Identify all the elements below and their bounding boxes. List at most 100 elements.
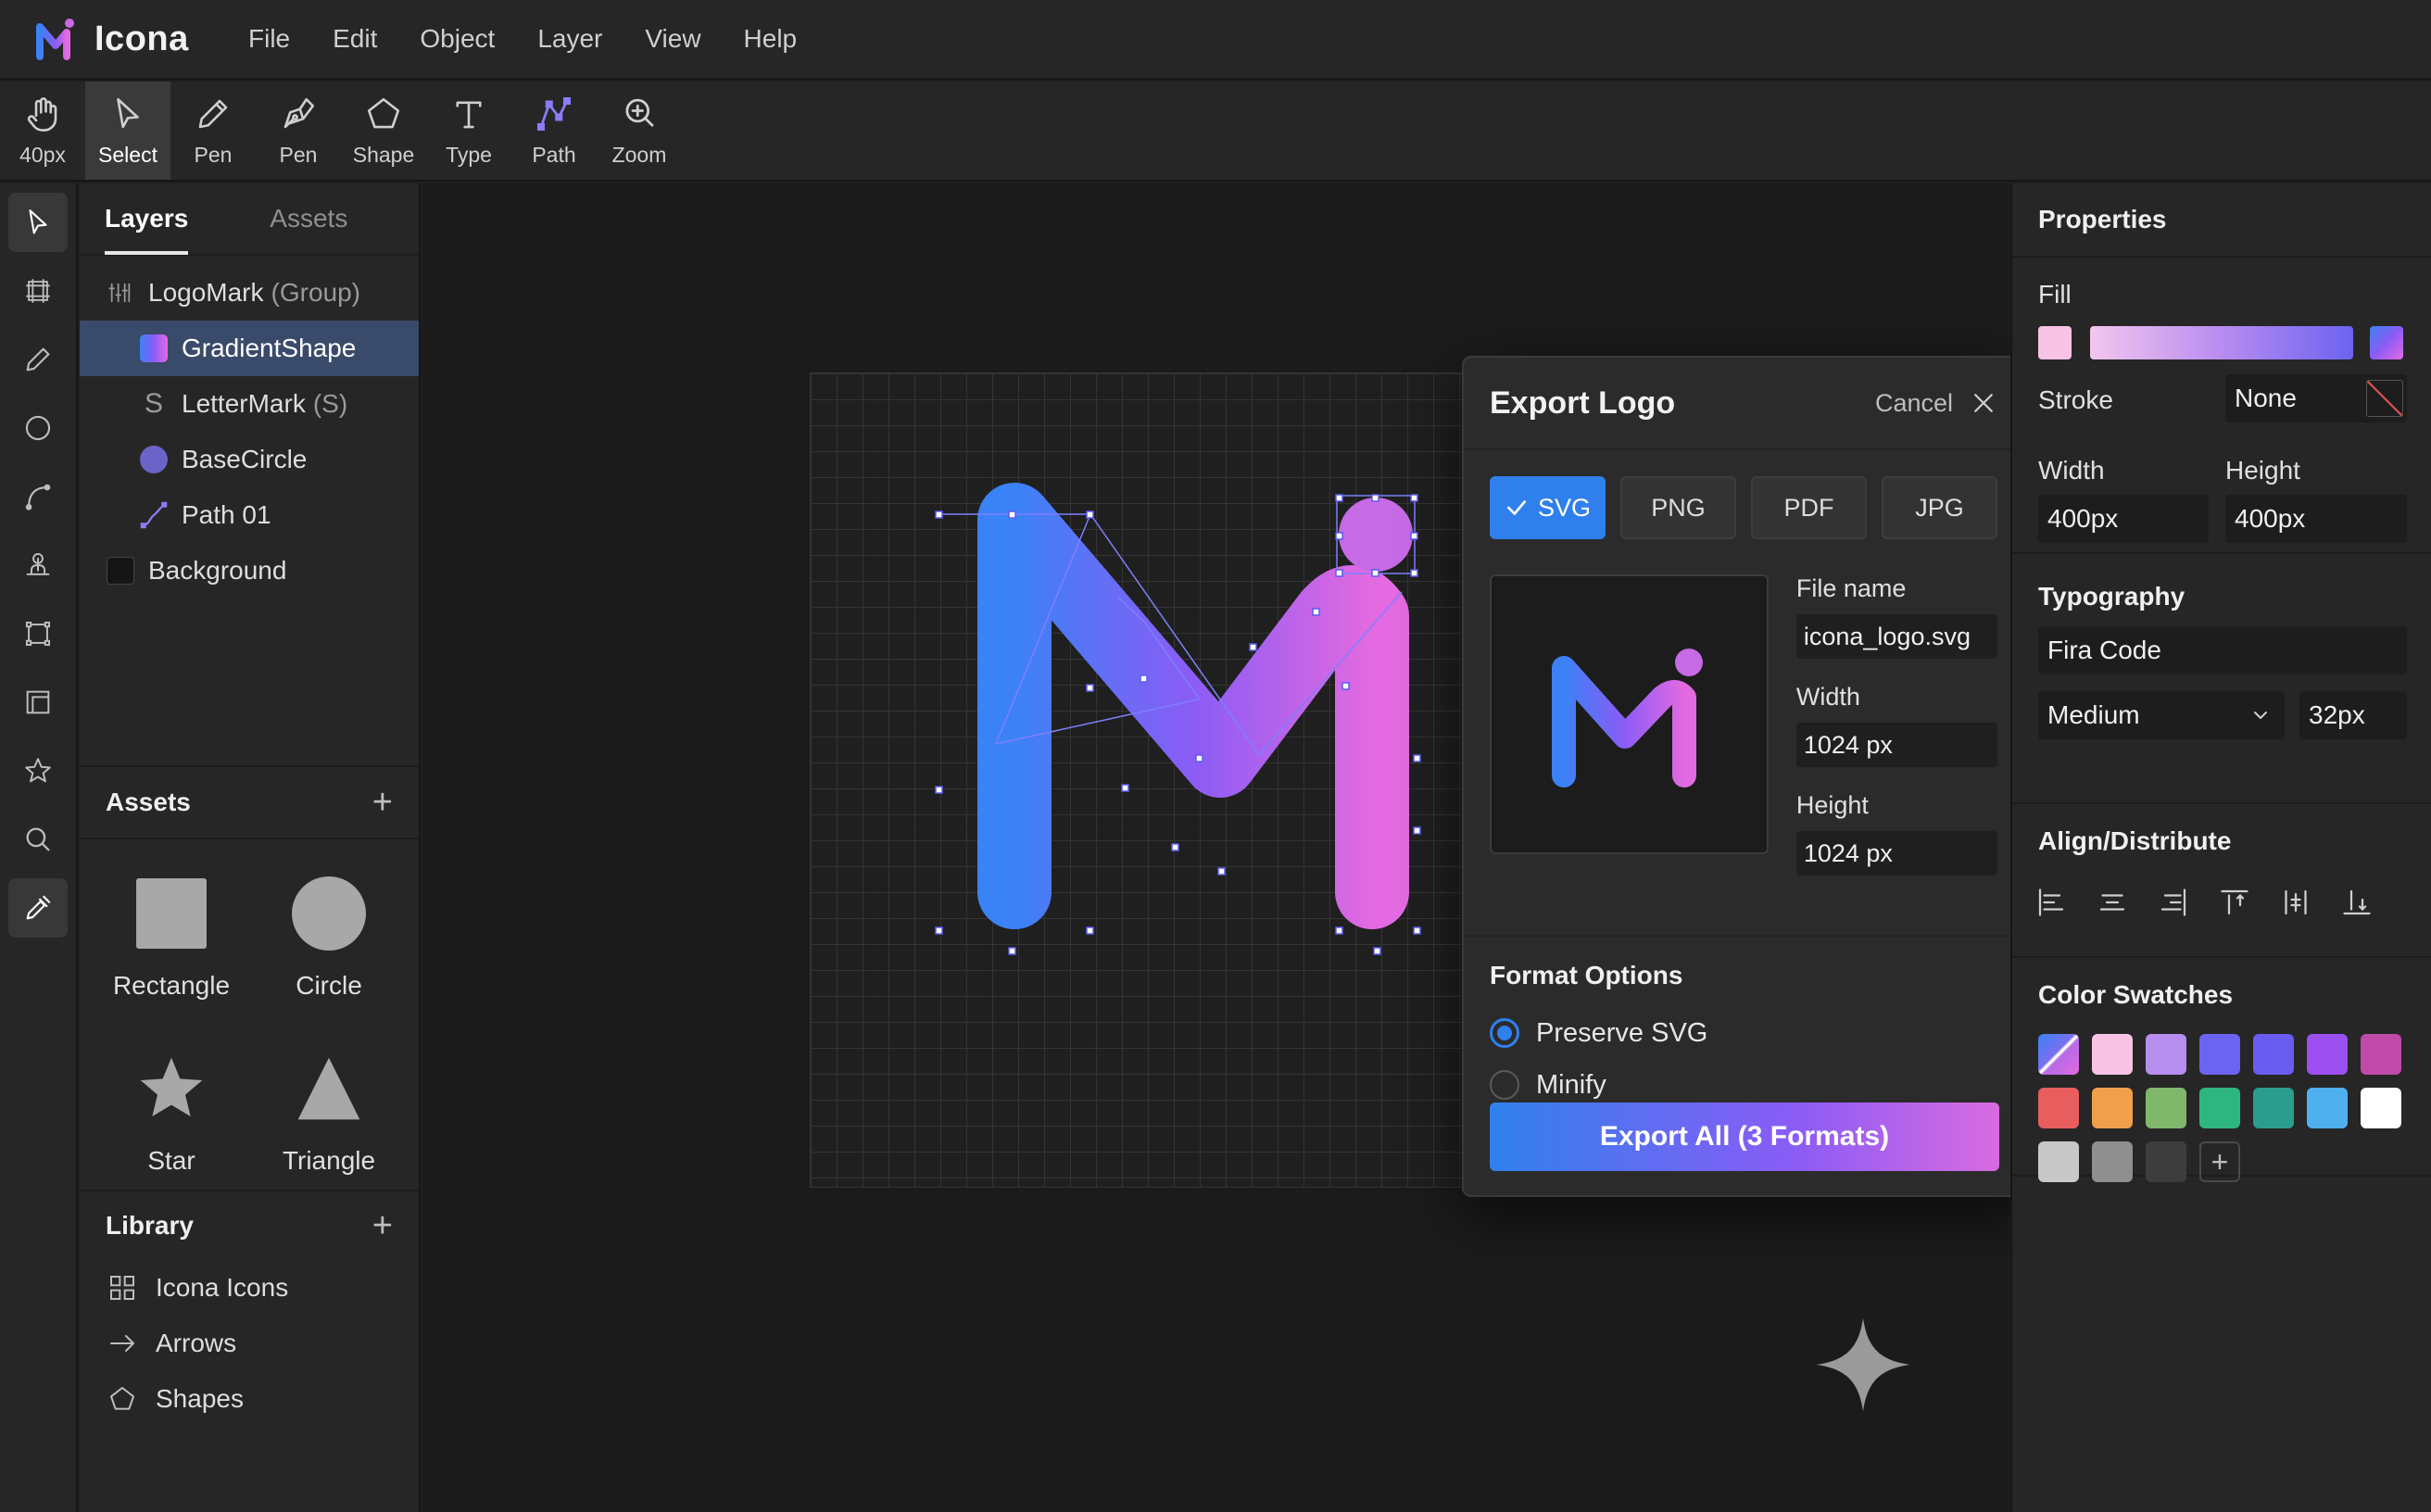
layer-sub: (S) <box>312 389 348 418</box>
rail-ellipse[interactable] <box>8 398 68 458</box>
tool-select[interactable]: Select <box>85 82 170 180</box>
swatch-color[interactable] <box>2307 1088 2348 1128</box>
swatch-color[interactable] <box>2253 1034 2294 1075</box>
swatch-gradient[interactable] <box>2038 1034 2079 1075</box>
align-right-button[interactable] <box>2155 884 2192 921</box>
width-input[interactable]: 1024 px <box>1795 723 1997 767</box>
font-family-input[interactable]: Fira Code <box>2038 626 2407 674</box>
layer-row-path01[interactable]: Path 01 <box>80 487 419 543</box>
add-library-icon[interactable]: + <box>372 1206 393 1246</box>
swatch-color[interactable] <box>2146 1034 2186 1075</box>
rail-eyedropper[interactable] <box>8 878 68 938</box>
add-asset-icon[interactable]: + <box>372 783 393 823</box>
close-icon[interactable] <box>1970 389 1997 417</box>
asset-rectangle[interactable]: Rectangle <box>93 876 250 1014</box>
swatch-color[interactable] <box>2199 1034 2240 1075</box>
width-input[interactable]: 400px <box>2038 495 2209 543</box>
swatch-color[interactable] <box>2092 1088 2133 1128</box>
font-size-input[interactable]: 32px <box>2299 691 2407 739</box>
format-pdf-button[interactable]: PDF <box>1751 476 1867 539</box>
rail-select[interactable] <box>8 193 68 252</box>
layer-row-basecircle[interactable]: BaseCircle <box>80 432 419 487</box>
add-swatch-button[interactable]: + <box>2199 1141 2240 1182</box>
layer-row-gradientshape[interactable]: GradientShape <box>80 321 419 376</box>
swatch-color[interactable] <box>2199 1088 2240 1128</box>
swatch-color[interactable] <box>2038 1141 2079 1182</box>
tool-pencil[interactable]: Pen <box>170 82 256 180</box>
swatch-color[interactable] <box>2361 1088 2401 1128</box>
layer-name: Path 01 <box>182 500 271 529</box>
cancel-button[interactable]: Cancel <box>1875 389 1997 418</box>
layer-row-background[interactable]: Background <box>80 543 419 598</box>
swatch-color[interactable] <box>2146 1141 2186 1182</box>
file-name-input[interactable]: icona_logo.svg <box>1795 614 1997 659</box>
align-bottom-icon <box>2343 889 2371 915</box>
pen-nib-icon <box>283 97 315 128</box>
tool-path[interactable]: Path <box>511 82 597 180</box>
menu-object[interactable]: Object <box>420 24 495 54</box>
swatch-color[interactable] <box>2038 1088 2079 1128</box>
tool-hand[interactable]: 40px <box>0 82 85 180</box>
menu-view[interactable]: View <box>645 24 700 54</box>
no-stroke-icon[interactable] <box>2366 380 2403 417</box>
tool-type[interactable]: Type <box>426 82 511 180</box>
library-item-icona-icons[interactable]: Icona Icons <box>80 1260 419 1316</box>
option-preserve-svg[interactable]: Preserve SVG <box>1490 1007 1997 1059</box>
path-icon <box>536 96 572 131</box>
format-svg-button[interactable]: SVG <box>1490 476 1606 539</box>
fill-gradient-bar[interactable] <box>2090 326 2353 359</box>
swatch-color[interactable] <box>2253 1088 2294 1128</box>
rail-star[interactable] <box>8 741 68 800</box>
tab-layers[interactable]: Layers <box>105 183 189 255</box>
swatch-color[interactable] <box>2092 1141 2133 1182</box>
format-options: Format Options Preserve SVG Minify <box>1464 935 2023 1111</box>
export-all-button[interactable]: Export All (3 Formats) <box>1490 1102 1999 1171</box>
rail-pencil[interactable] <box>8 330 68 389</box>
menu-file[interactable]: File <box>248 24 290 54</box>
radio-unchecked[interactable] <box>1490 1070 1519 1100</box>
asset-triangle[interactable]: Triangle <box>250 1052 408 1190</box>
library-item-shapes[interactable]: Shapes <box>80 1371 419 1427</box>
fill-color-swatch[interactable] <box>2038 326 2072 359</box>
align-top-button[interactable] <box>2216 884 2253 921</box>
font-weight-select[interactable]: Medium <box>2038 691 2285 739</box>
stroke-input[interactable]: None <box>2225 374 2407 422</box>
rail-artboard[interactable] <box>8 604 68 663</box>
asset-star[interactable]: Star <box>93 1052 250 1190</box>
gradient-swatch-icon[interactable] <box>2370 326 2403 359</box>
align-left-button[interactable] <box>2033 884 2070 921</box>
rail-touch[interactable] <box>8 536 68 595</box>
swatch-color[interactable] <box>2146 1088 2186 1128</box>
menu-help[interactable]: Help <box>744 24 798 54</box>
library-item-arrows[interactable]: Arrows <box>80 1316 419 1371</box>
distribute-horizontal-button[interactable] <box>2277 884 2314 921</box>
height-input[interactable]: 400px <box>2225 495 2407 543</box>
swatch-color[interactable] <box>2361 1034 2401 1075</box>
align-bottom-button[interactable] <box>2338 884 2375 921</box>
rail-search[interactable] <box>8 810 68 869</box>
swatch-color[interactable] <box>2092 1034 2133 1075</box>
height-input[interactable]: 1024 px <box>1795 831 1997 876</box>
radio-checked[interactable] <box>1490 1018 1519 1048</box>
tool-pen[interactable]: Pen <box>256 82 341 180</box>
layer-row-logomark[interactable]: LogoMark (Group) <box>80 265 419 321</box>
format-png-button[interactable]: PNG <box>1620 476 1736 539</box>
layer-row-lettermark[interactable]: S LetterMark (S) <box>80 376 419 432</box>
rail-frame[interactable] <box>8 261 68 321</box>
font-weight-value: Medium <box>2047 700 2140 729</box>
asset-circle[interactable]: Circle <box>250 876 408 1014</box>
menu-edit[interactable]: Edit <box>333 24 377 54</box>
align-center-button[interactable] <box>2094 884 2131 921</box>
tool-zoom[interactable]: Zoom <box>597 82 682 180</box>
swatch-color[interactable] <box>2307 1034 2348 1075</box>
rail-crop[interactable] <box>8 673 68 732</box>
rail-curve[interactable] <box>8 467 68 526</box>
crop-frame-icon <box>26 690 50 714</box>
menu-layer[interactable]: Layer <box>537 24 602 54</box>
hand-icon <box>27 96 57 132</box>
curve-icon <box>25 484 51 510</box>
tool-shape[interactable]: Shape <box>341 82 426 180</box>
layer-name: Background <box>148 556 287 585</box>
tab-assets[interactable]: Assets <box>270 183 347 254</box>
format-jpg-button[interactable]: JPG <box>1882 476 1997 539</box>
